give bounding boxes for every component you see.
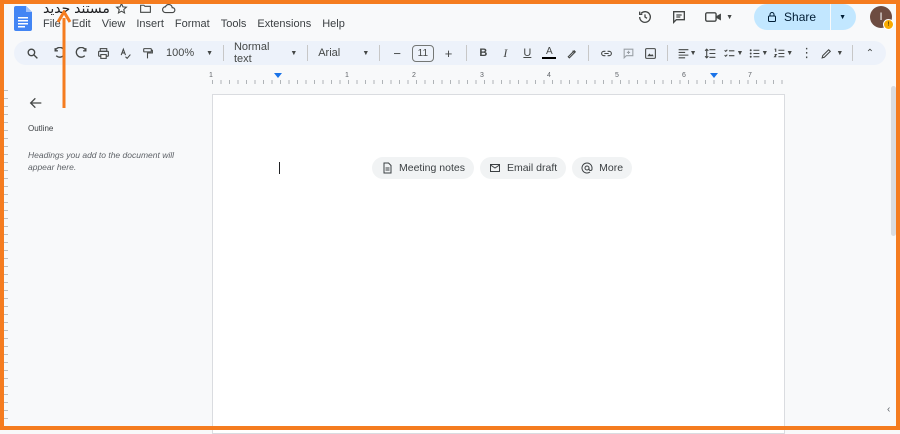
more-chip[interactable]: More bbox=[572, 157, 633, 179]
chip-label: More bbox=[599, 162, 624, 174]
move-folder-icon[interactable] bbox=[138, 1, 152, 15]
share-label: Share bbox=[784, 10, 817, 24]
zoom-value: 100% bbox=[166, 47, 195, 59]
comment-icon[interactable] bbox=[668, 6, 690, 28]
checklist-icon[interactable]: ▼ bbox=[722, 43, 745, 63]
avatar[interactable]: I ! bbox=[870, 6, 894, 30]
email-draft-chip[interactable]: Email draft bbox=[479, 157, 567, 179]
indent-marker[interactable] bbox=[274, 73, 282, 78]
avatar-initial: I bbox=[879, 11, 883, 23]
menu-help[interactable]: Help bbox=[322, 18, 349, 30]
zoom-select[interactable]: 100% ▼ bbox=[162, 47, 217, 59]
meet-icon[interactable]: ▼ bbox=[702, 6, 736, 28]
document-title[interactable]: مستند جديد bbox=[43, 0, 110, 17]
ruler-label: 2 bbox=[412, 72, 416, 79]
font-size-input[interactable]: 11 bbox=[412, 44, 434, 62]
ruler-label: 1 bbox=[209, 72, 213, 79]
line-spacing-icon[interactable] bbox=[700, 43, 720, 63]
side-panel-chevron-icon[interactable]: ‹ bbox=[887, 404, 890, 415]
search-menus-icon[interactable] bbox=[22, 43, 42, 63]
font-value: Arial bbox=[318, 47, 341, 59]
share-button[interactable]: Share ▼ bbox=[754, 4, 856, 30]
style-value: Normal text bbox=[233, 41, 270, 65]
add-comment-icon[interactable] bbox=[618, 43, 638, 63]
smart-chips: Meeting notes Email draft More bbox=[372, 157, 633, 179]
horizontal-ruler[interactable]: 1 1 2 3 4 5 6 7 bbox=[209, 70, 786, 84]
document-icon bbox=[383, 162, 392, 174]
history-icon[interactable] bbox=[634, 6, 656, 28]
text-cursor bbox=[279, 162, 280, 174]
vertical-scrollbar[interactable] bbox=[891, 86, 896, 236]
editing-mode-icon[interactable]: ▼ bbox=[819, 43, 845, 63]
increase-font-size-button[interactable]: + bbox=[439, 43, 459, 63]
menu-format[interactable]: Format bbox=[175, 18, 214, 30]
lock-icon bbox=[768, 12, 777, 22]
bold-icon[interactable]: B bbox=[473, 43, 493, 63]
align-icon[interactable]: ▼ bbox=[675, 43, 698, 63]
decrease-font-size-button[interactable]: − bbox=[387, 43, 407, 63]
more-options-icon[interactable]: ⋮ bbox=[797, 43, 817, 63]
chip-label: Meeting notes bbox=[399, 162, 465, 174]
docs-logo-icon[interactable] bbox=[14, 6, 32, 31]
email-icon bbox=[489, 164, 500, 172]
outline-label: Outline bbox=[28, 124, 54, 133]
menubar: File Edit View Insert Format Tools Exten… bbox=[43, 18, 356, 30]
cloud-status-icon[interactable] bbox=[162, 1, 176, 15]
redo-icon[interactable] bbox=[71, 43, 91, 63]
ruler-label: 7 bbox=[748, 72, 752, 79]
menu-view[interactable]: View bbox=[102, 18, 130, 30]
right-indent-marker[interactable] bbox=[710, 73, 718, 78]
highlight-icon[interactable] bbox=[561, 43, 581, 63]
ruler-label: 4 bbox=[547, 72, 551, 79]
outline-hint: Headings you add to the document will ap… bbox=[28, 150, 175, 172]
numbered-list-icon[interactable]: ▼ bbox=[772, 43, 795, 63]
menu-tools[interactable]: Tools bbox=[221, 18, 251, 30]
ruler-label: 1 bbox=[345, 72, 349, 79]
ruler-label: 3 bbox=[480, 72, 484, 79]
style-select[interactable]: Normal text ▼ bbox=[230, 41, 301, 65]
star-icon[interactable] bbox=[114, 1, 128, 15]
collapse-menus-icon[interactable]: ⌃ bbox=[860, 43, 880, 63]
bulleted-list-icon[interactable]: ▼ bbox=[747, 43, 770, 63]
at-icon bbox=[581, 162, 593, 174]
back-arrow-icon[interactable] bbox=[28, 95, 44, 111]
share-dropdown-caret[interactable]: ▼ bbox=[839, 14, 846, 21]
menu-extensions[interactable]: Extensions bbox=[257, 18, 315, 30]
vertical-ruler[interactable] bbox=[4, 90, 8, 426]
toolbar: 100% ▼ Normal text ▼ Arial ▼ − 11 + B I U A… bbox=[14, 41, 886, 65]
text-color-icon[interactable]: A bbox=[539, 43, 559, 63]
document-page[interactable] bbox=[212, 94, 785, 434]
meeting-notes-chip[interactable]: Meeting notes bbox=[372, 157, 474, 179]
warning-badge: ! bbox=[883, 19, 894, 30]
paint-format-icon[interactable] bbox=[137, 43, 157, 63]
chip-label: Email draft bbox=[506, 162, 558, 174]
spellcheck-icon[interactable] bbox=[115, 43, 135, 63]
font-select[interactable]: Arial ▼ bbox=[314, 47, 373, 59]
link-icon[interactable] bbox=[596, 43, 616, 63]
annotation-arrow-icon bbox=[57, 10, 71, 108]
insert-image-icon[interactable] bbox=[640, 43, 660, 63]
italic-icon[interactable]: I bbox=[495, 43, 515, 63]
menu-edit[interactable]: Edit bbox=[72, 18, 95, 30]
ruler-label: 5 bbox=[615, 72, 619, 79]
menu-insert[interactable]: Insert bbox=[136, 18, 168, 30]
print-icon[interactable] bbox=[93, 43, 113, 63]
ruler-label: 6 bbox=[682, 72, 686, 79]
underline-icon[interactable]: U bbox=[517, 43, 537, 63]
